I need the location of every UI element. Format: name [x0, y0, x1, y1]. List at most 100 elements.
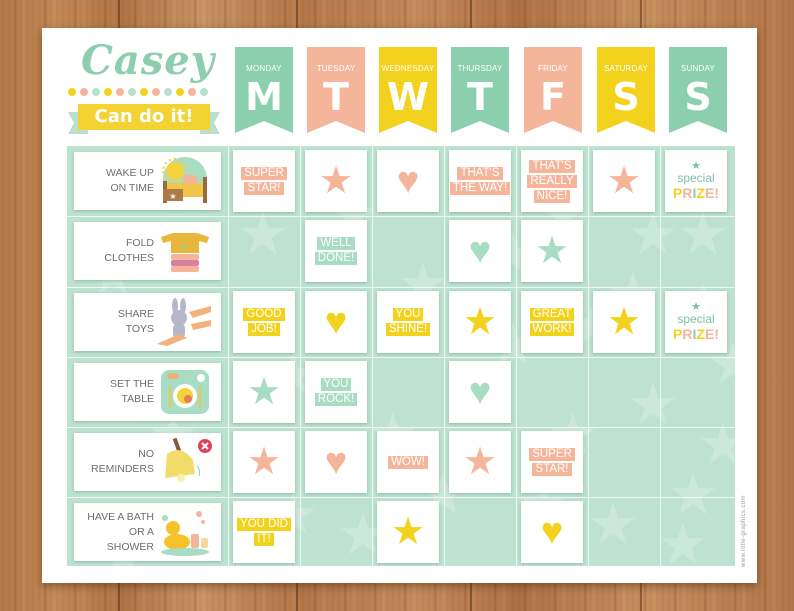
sticker-special-prize[interactable]: ★ special PRIZE! [665, 150, 727, 212]
prize-letter: E [704, 185, 715, 201]
sticker-star[interactable]: ★ [377, 501, 439, 563]
sticker-star[interactable]: ★ [233, 431, 295, 493]
sticker-line: THAT'S [529, 159, 575, 173]
day-flag-thursday: THURSDAY T [451, 47, 509, 133]
sticker-text[interactable]: YOU ROCK! [305, 361, 367, 423]
sticker-label: THAT'S REALLY NICE! [527, 159, 577, 203]
sticker-text[interactable]: YOU SHINE! [377, 291, 439, 353]
sticker-heart[interactable]: ♥ [521, 501, 583, 563]
sticker-text[interactable]: THAT'S REALLY NICE! [521, 150, 583, 212]
sticker-line: NICE! [533, 189, 571, 203]
sticker-text[interactable]: YOU DID IT! [233, 501, 295, 563]
task-label-line: TABLE [121, 393, 154, 405]
day-letter: T [467, 75, 493, 119]
task-label: FOLD CLOTHES [80, 222, 154, 280]
sticker-text[interactable]: GREAT WORK! [521, 291, 583, 353]
grid-line [444, 146, 445, 566]
sticker-line: YOU [392, 308, 424, 321]
sticker-text[interactable]: THAT'S THE WAY! [449, 150, 511, 212]
dot [152, 88, 160, 96]
prize-letter: P [673, 326, 683, 342]
prize-letter: Z [696, 326, 705, 342]
task-card: SET THE TABLE [74, 363, 221, 421]
sticker-star[interactable]: ★ [305, 150, 367, 212]
day-letter: S [612, 75, 640, 119]
plate-setting-icon [157, 368, 213, 416]
day-letter: F [540, 75, 566, 119]
background-star-icon: ★ [587, 492, 639, 557]
heart-icon: ♥ [540, 511, 564, 553]
task-label-line: CLOTHES [104, 252, 154, 264]
day-flag-saturday: SATURDAY S [597, 47, 655, 133]
task-label-line: SHARE [117, 308, 154, 320]
sticker-heart[interactable]: ♥ [305, 431, 367, 493]
sticker-label: WOW! [388, 455, 428, 469]
sticker-heart[interactable]: ♥ [449, 220, 511, 282]
sticker-star[interactable]: ★ [593, 150, 655, 212]
grid-line [300, 146, 301, 566]
prize-text: PRIZE! [673, 185, 719, 201]
star-icon: ★ [246, 371, 282, 413]
folded-clothes-icon: ★ [157, 227, 213, 275]
sticker-star[interactable]: ★ [233, 361, 295, 423]
sticker-line: REALLY [527, 174, 577, 188]
bunny-toy-icon [157, 298, 213, 346]
sticker-heart[interactable]: ♥ [377, 150, 439, 212]
sticker-text[interactable]: SUPER STAR! [521, 431, 583, 493]
dot [176, 88, 184, 96]
sticker-text[interactable]: WOW! [377, 431, 439, 493]
dot [80, 88, 88, 96]
sticker-label: YOU SHINE! [385, 308, 431, 336]
prize-letter: Z [696, 185, 705, 201]
star-icon: ★ [390, 511, 426, 553]
special-text: special [677, 312, 715, 326]
bell-icon [157, 437, 213, 486]
sticker-line: DONE! [314, 252, 358, 265]
heart-icon: ♥ [468, 230, 492, 272]
dot [92, 88, 100, 96]
sticker-line: ROCK! [314, 393, 358, 406]
dot [104, 88, 112, 96]
task-label-line: NO [138, 448, 154, 460]
sticker-text[interactable]: GOOD JOB! [233, 291, 295, 353]
task-label: SET THE TABLE [80, 363, 154, 421]
banner-text: Can do it! [78, 104, 210, 130]
grid-line [67, 357, 735, 358]
svg-text:★: ★ [181, 242, 188, 251]
sticker-star[interactable]: ★ [449, 431, 511, 493]
star-icon: ★ [318, 160, 354, 202]
sticker-star[interactable]: ★ [521, 220, 583, 282]
sticker-heart[interactable]: ♥ [305, 291, 367, 353]
sticker-text[interactable]: WELL DONE! [305, 220, 367, 282]
sticker-star[interactable]: ★ [593, 291, 655, 353]
task-label-line: FOLD [125, 237, 154, 249]
grid-line [67, 427, 735, 428]
sticker-special-prize[interactable]: ★ special PRIZE! [665, 291, 727, 353]
sticker-text[interactable]: SUPER STAR! [233, 150, 295, 212]
sticker-line: GREAT [529, 308, 575, 321]
can-do-it-banner: Can do it! [68, 104, 220, 134]
rubber-duck-icon [157, 508, 213, 556]
star-icon: ★ [534, 230, 570, 272]
sticker-line: WOW! [388, 455, 428, 469]
sticker-line: YOU [320, 378, 352, 391]
heart-icon: ♥ [324, 441, 348, 483]
decorative-dots [68, 88, 208, 96]
task-label-line: REMINDERS [90, 463, 154, 475]
day-letter: W [387, 75, 429, 119]
sticker-label: WELL DONE! [314, 237, 358, 265]
sticker-line: JOB! [248, 323, 280, 336]
dot [68, 88, 76, 96]
day-flag-sunday: SUNDAY S [669, 47, 727, 133]
background-star-icon: ★ [677, 202, 729, 267]
grid-line [660, 146, 661, 566]
sticker-label: SUPER STAR! [529, 448, 575, 476]
grid-line [67, 287, 735, 288]
grid-line [67, 216, 735, 217]
task-label-line: OR A SHOWER [106, 525, 154, 553]
sticker-line: WORK! [529, 323, 575, 336]
task-label: WAKE UP ON TIME [80, 152, 154, 210]
sticker-star[interactable]: ★ [449, 291, 511, 353]
sticker-heart[interactable]: ♥ [449, 361, 511, 423]
sticker-line: YOU DID [237, 518, 291, 531]
